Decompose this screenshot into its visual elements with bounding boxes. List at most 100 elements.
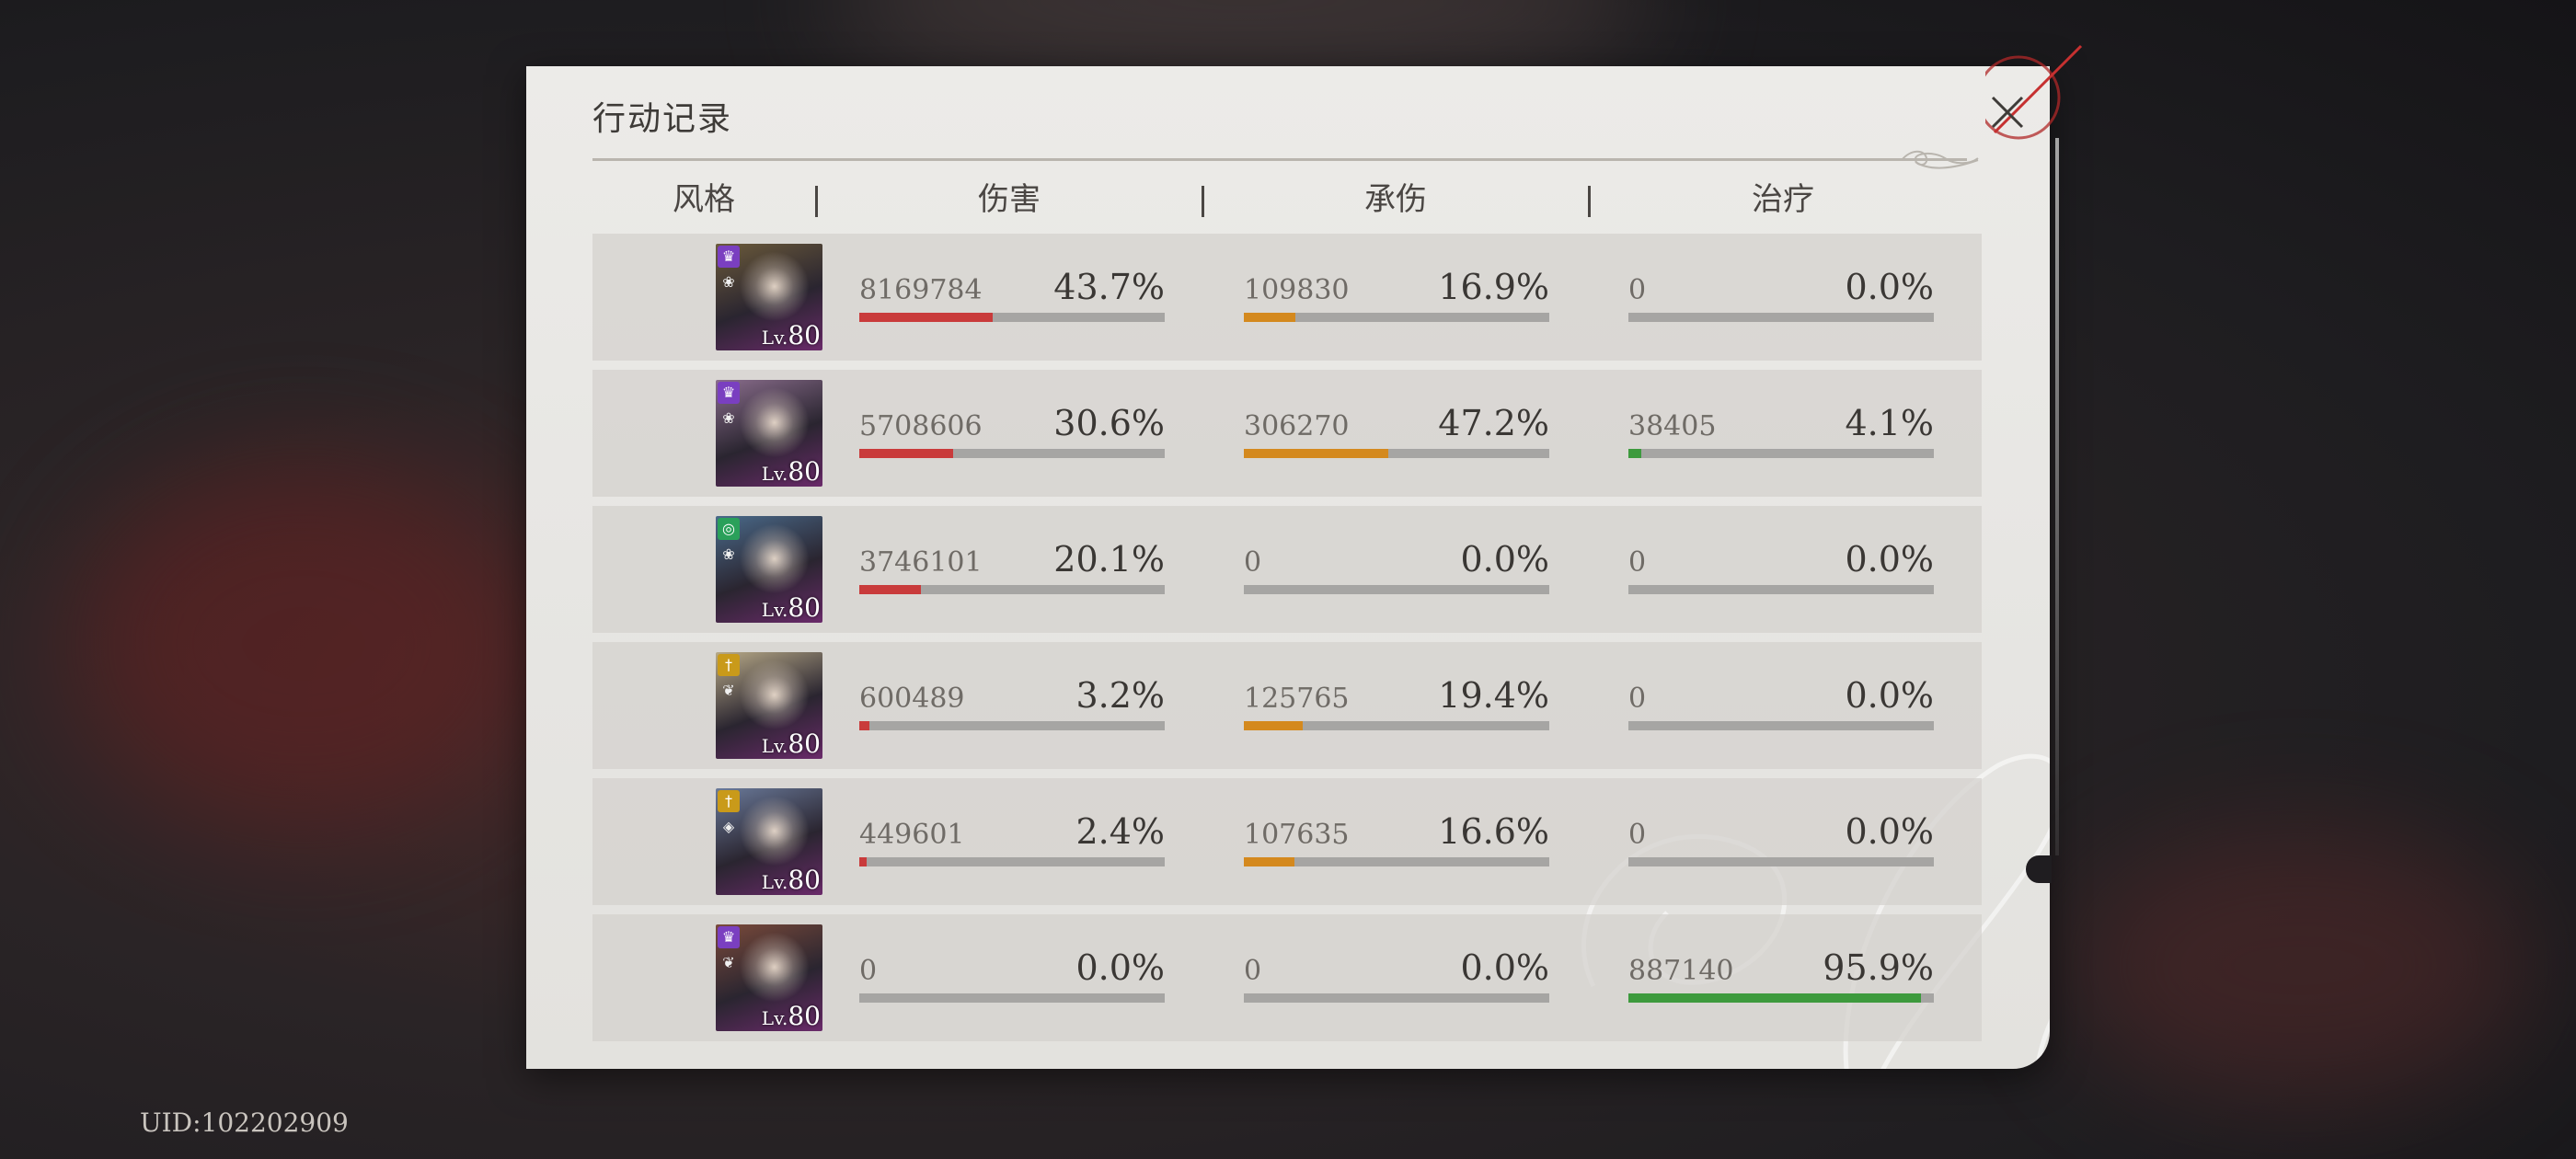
lotus-icon: ❀ xyxy=(722,273,735,291)
record-list: ♛ ❀ Lv.80 8169784 43.7% 109830 16.9% 0 0… xyxy=(592,234,1982,1050)
damage-taken-value: 107635 xyxy=(1244,819,1350,851)
damage-stat: 0 0.0% xyxy=(859,942,1165,1008)
damage-stat: 5708606 30.6% xyxy=(859,397,1165,464)
damage-percent: 0.0% xyxy=(1075,947,1165,988)
damage-taken-stat: 0 0.0% xyxy=(1244,942,1549,1008)
damage-taken-value: 0 xyxy=(1244,546,1262,579)
panel-edge-line xyxy=(2055,138,2059,855)
damage-percent: 3.2% xyxy=(1075,675,1165,716)
damage-value: 449601 xyxy=(859,819,965,851)
column-header-damage-taken: 承伤 xyxy=(1364,181,1427,218)
damage-taken-value: 306270 xyxy=(1244,410,1350,442)
damage-bar-fill xyxy=(859,585,921,594)
column-header-style: 风格 xyxy=(673,181,735,218)
background-blur xyxy=(74,460,534,828)
damage-taken-value: 0 xyxy=(1244,955,1262,987)
crown-icon: ♛ xyxy=(718,246,740,268)
level-label: Lv.80 xyxy=(761,1001,821,1031)
column-header-row: 风格 伤害 承伤 治疗 xyxy=(592,167,1967,232)
healing-value: 0 xyxy=(1628,274,1647,306)
action-record-panel: 行动记录 风格 伤害 承伤 治疗 ♛ ❀ Lv.80 8169784 43.7% xyxy=(526,66,2050,1069)
damage-taken-bar-fill xyxy=(1244,721,1304,730)
healing-stat: 0 0.0% xyxy=(1628,534,1934,600)
damage-taken-percent: 16.9% xyxy=(1438,267,1549,307)
healing-value: 0 xyxy=(1628,819,1647,851)
wing-icon: ❦ xyxy=(722,954,735,971)
healing-stat: 0 0.0% xyxy=(1628,806,1934,872)
character-portrait[interactable]: ♛ ❀ Lv.80 xyxy=(716,244,822,350)
damage-percent: 30.6% xyxy=(1053,403,1165,443)
damage-bar xyxy=(859,721,1165,730)
damage-taken-percent: 0.0% xyxy=(1460,539,1549,580)
healing-bar xyxy=(1628,857,1934,866)
close-icon[interactable] xyxy=(1980,85,2035,140)
healing-percent: 0.0% xyxy=(1845,675,1934,716)
damage-taken-bar xyxy=(1244,313,1549,322)
damage-percent: 2.4% xyxy=(1075,811,1165,852)
sword-icon: † xyxy=(718,790,740,812)
damage-bar xyxy=(859,585,1165,594)
damage-bar-fill xyxy=(859,313,994,322)
damage-stat: 449601 2.4% xyxy=(859,806,1165,872)
damage-taken-percent: 16.6% xyxy=(1438,811,1549,852)
damage-taken-bar-fill xyxy=(1244,313,1296,322)
character-portrait[interactable]: † ◈ Lv.80 xyxy=(716,788,822,895)
damage-taken-bar-fill xyxy=(1244,449,1388,458)
healing-stat: 0 0.0% xyxy=(1628,261,1934,327)
damage-taken-percent: 0.0% xyxy=(1460,947,1549,988)
damage-bar-fill xyxy=(859,721,869,730)
level-label: Lv.80 xyxy=(761,865,821,895)
background-blur xyxy=(2070,828,2530,1104)
panel-notch xyxy=(2026,855,2052,883)
healing-bar xyxy=(1628,313,1934,322)
healing-percent: 0.0% xyxy=(1845,539,1934,580)
damage-taken-percent: 19.4% xyxy=(1438,675,1549,716)
character-portrait[interactable]: † ❦ Lv.80 xyxy=(716,652,822,759)
damage-value: 3746101 xyxy=(859,546,983,579)
panel-title: 行动记录 xyxy=(592,100,733,138)
damage-taken-stat: 109830 16.9% xyxy=(1244,261,1549,327)
healing-bar xyxy=(1628,721,1934,730)
character-portrait[interactable]: ♛ ❀ Lv.80 xyxy=(716,380,822,487)
crown-icon: ♛ xyxy=(718,382,740,404)
damage-taken-stat: 306270 47.2% xyxy=(1244,397,1549,464)
damage-bar-fill xyxy=(859,857,867,866)
damage-taken-bar xyxy=(1244,449,1549,458)
damage-taken-value: 125765 xyxy=(1244,683,1350,715)
damage-taken-bar xyxy=(1244,857,1549,866)
healing-value: 887140 xyxy=(1628,955,1734,987)
healing-value: 0 xyxy=(1628,683,1647,715)
damage-taken-bar xyxy=(1244,585,1549,594)
level-label: Lv.80 xyxy=(761,592,821,623)
record-row: ◎ ❀ Lv.80 3746101 20.1% 0 0.0% 0 0.0% xyxy=(592,506,1982,633)
record-row: ♛ ❀ Lv.80 8169784 43.7% 109830 16.9% 0 0… xyxy=(592,234,1982,361)
damage-taken-stat: 0 0.0% xyxy=(1244,534,1549,600)
column-header-healing: 治疗 xyxy=(1752,181,1814,218)
healing-bar xyxy=(1628,449,1934,458)
damage-taken-bar xyxy=(1244,721,1549,730)
healing-percent: 0.0% xyxy=(1845,267,1934,307)
character-portrait[interactable]: ◎ ❀ Lv.80 xyxy=(716,516,822,623)
healing-stat: 0 0.0% xyxy=(1628,670,1934,736)
crown-icon: ♛ xyxy=(718,926,740,948)
healing-percent: 4.1% xyxy=(1845,403,1934,443)
healing-percent: 95.9% xyxy=(1823,947,1934,988)
record-row: † ❦ Lv.80 600489 3.2% 125765 19.4% 0 0.0… xyxy=(592,642,1982,769)
character-portrait[interactable]: ♛ ❦ Lv.80 xyxy=(716,924,822,1031)
level-label: Lv.80 xyxy=(761,729,821,759)
damage-taken-percent: 47.2% xyxy=(1438,403,1549,443)
damage-bar xyxy=(859,313,1165,322)
damage-taken-stat: 107635 16.6% xyxy=(1244,806,1549,872)
shield-icon: ◈ xyxy=(722,818,735,835)
swirl-icon: ◎ xyxy=(718,518,740,540)
damage-bar-fill xyxy=(859,449,953,458)
damage-taken-bar xyxy=(1244,993,1549,1003)
column-header-damage: 伤害 xyxy=(978,181,1041,218)
healing-value: 38405 xyxy=(1628,410,1717,442)
lotus-icon: ❀ xyxy=(722,545,735,563)
lotus-icon: ❀ xyxy=(722,409,735,427)
damage-bar xyxy=(859,449,1165,458)
healing-percent: 0.0% xyxy=(1845,811,1934,852)
healing-stat: 887140 95.9% xyxy=(1628,942,1934,1008)
title-divider xyxy=(592,158,1967,161)
